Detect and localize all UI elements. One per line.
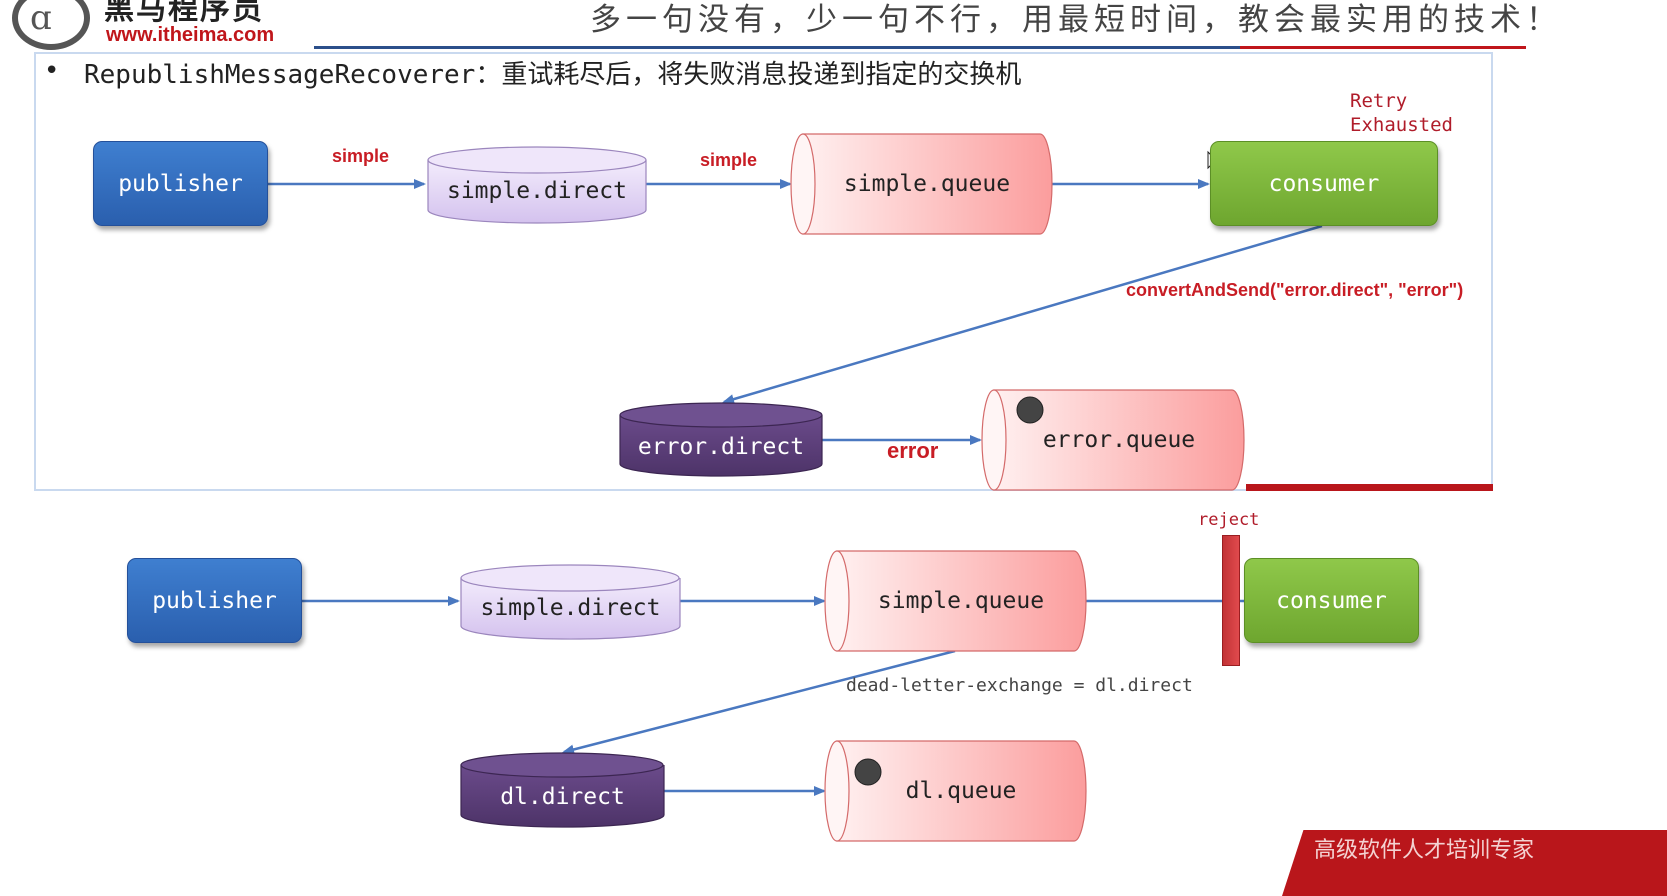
dead-letter-config-label: dead-letter-exchange = dl.direct <box>846 675 1193 696</box>
top-consumer-label: consumer <box>1268 170 1380 197</box>
edge-label-simple-2: simple <box>700 150 758 170</box>
top-publisher-label: publisher <box>118 170 243 197</box>
message-dot-icon <box>1016 396 1044 424</box>
reject-label: reject <box>1198 510 1260 530</box>
error-exchange-label: error.direct <box>637 434 805 460</box>
edge-label-error: error <box>887 438 939 463</box>
reject-bar <box>1222 535 1240 666</box>
bottom-consumer-label: consumer <box>1276 587 1387 614</box>
top-publisher-node: publisher <box>93 141 268 226</box>
top-queue-label: simple.queue <box>843 171 1011 197</box>
arrow-queue-to-dl-exchange <box>562 649 956 755</box>
retry-label-line-2: Exhausted <box>1350 114 1453 136</box>
convert-and-send-label: convertAndSend("error.direct", "error") <box>1126 280 1464 300</box>
bottom-exchange-label: simple.direct <box>480 595 661 621</box>
bottom-consumer-node: consumer <box>1244 558 1419 643</box>
top-exchange-label: simple.direct <box>446 178 627 204</box>
top-consumer-node: consumer <box>1210 141 1438 226</box>
edge-label-simple-1: simple <box>332 146 390 166</box>
dl-queue-label: dl.queue <box>905 778 1017 804</box>
bottom-publisher-label: publisher <box>152 587 277 614</box>
top-corner-banner <box>1246 484 1493 491</box>
footer-banner-text: 高级软件人才培训专家 <box>1314 838 1535 863</box>
arrow-consumer-to-error-exchange <box>722 224 1323 404</box>
bottom-queue-label: simple.queue <box>877 588 1045 614</box>
error-queue-label: error.queue <box>1042 427 1196 453</box>
retry-label-line-1: Retry <box>1350 90 1408 112</box>
dl-exchange-label: dl.direct <box>500 784 625 810</box>
bottom-publisher-node: publisher <box>127 558 302 643</box>
